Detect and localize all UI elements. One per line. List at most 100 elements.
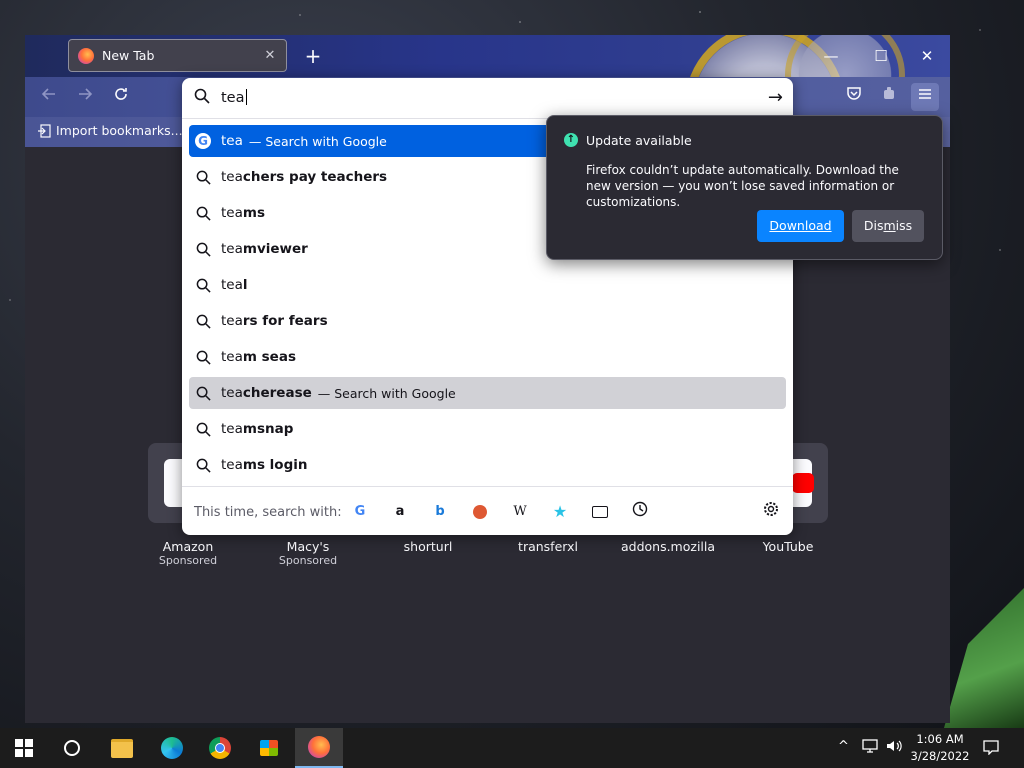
shortcut-sponsored-label: Sponsored — [278, 554, 338, 567]
history-clock-icon[interactable] — [629, 501, 651, 523]
pocket-icon — [847, 87, 861, 100]
suggestion-row[interactable]: tea m seas — [189, 341, 786, 373]
shortcut-label: addons.mozilla — [620, 539, 716, 554]
reload-button[interactable] — [107, 83, 135, 111]
search-button[interactable] — [48, 728, 96, 768]
taskbar: ^ 1:06 AM 3/28/2022 — [0, 728, 1024, 768]
network-icon[interactable] — [862, 739, 878, 757]
close-window-button[interactable]: ✕ — [904, 41, 950, 71]
reload-icon — [115, 88, 127, 100]
suggestion-row[interactable]: tea rs for fears — [189, 305, 786, 337]
chrome-icon — [209, 737, 231, 759]
edge-button[interactable] — [148, 728, 196, 768]
duckduckgo-icon[interactable] — [469, 501, 491, 523]
download-button[interactable]: Download — [757, 210, 844, 242]
google-icon[interactable]: G — [349, 501, 371, 523]
go-arrow-icon[interactable]: → — [768, 87, 783, 108]
search-icon — [195, 205, 211, 221]
suggestion-action-hint: — Search with Google — [248, 133, 387, 149]
suggestion-row[interactable]: tea ms login — [189, 449, 786, 481]
bookmarks-star-icon[interactable]: ★ — [549, 501, 571, 523]
forward-button[interactable] — [71, 83, 99, 111]
suggestion-completion-text: ms login — [242, 457, 308, 473]
import-bookmarks-label: Import bookmarks... — [56, 123, 183, 138]
suggestion-typed-text: tea — [221, 169, 243, 185]
chrome-button[interactable] — [196, 728, 244, 768]
import-bookmarks-button[interactable]: Import bookmarks... — [37, 123, 183, 138]
suggestion-typed-text: tea — [221, 277, 243, 293]
hamburger-menu-icon — [919, 89, 931, 99]
text-caret — [245, 89, 247, 105]
bing-icon[interactable]: b — [429, 501, 451, 523]
firefox-icon — [308, 736, 330, 758]
suggestion-completion-text: mviewer — [242, 241, 308, 257]
store-button[interactable] — [245, 728, 293, 768]
dismiss-button[interactable]: Dismiss — [852, 210, 924, 242]
suggestion-typed-text: tea — [221, 313, 243, 329]
search-icon — [195, 421, 211, 437]
search-icon — [195, 385, 211, 401]
suggestion-typed-text: tea — [221, 421, 243, 437]
forward-arrow-icon — [79, 88, 93, 100]
one-offs-label: This time, search with: — [194, 505, 342, 520]
start-button[interactable] — [0, 728, 48, 768]
suggestion-completion-text: ms — [242, 205, 265, 221]
suggestion-completion-text: msnap — [242, 421, 294, 437]
search-settings-gear-icon[interactable] — [760, 501, 782, 523]
maximize-button[interactable]: ☐ — [858, 41, 904, 71]
suggestion-typed-text: tea — [221, 241, 243, 257]
suggestion-completion-text: chers pay teachers — [242, 169, 388, 185]
search-icon — [195, 169, 211, 185]
extension-button[interactable] — [875, 83, 903, 111]
volume-icon[interactable] — [886, 739, 902, 757]
suggestion-typed-text: tea — [221, 205, 243, 221]
new-tab-button[interactable]: + — [301, 44, 325, 68]
show-hidden-icons-chevron-icon[interactable]: ^ — [838, 739, 849, 754]
urlbar-input-row: tea → — [182, 78, 793, 119]
search-icon — [195, 457, 211, 473]
suggestion-row[interactable]: tea cherease — Search with Google — [189, 377, 786, 409]
suggestion-typed-text: tea — [221, 133, 243, 149]
dismiss-label-end: iss — [895, 218, 913, 233]
update-available-popup: ↑ Update available Firefox couldn’t upda… — [546, 115, 943, 260]
shortcut-sponsored-label: Sponsored — [158, 554, 218, 567]
tabs-icon[interactable] — [589, 501, 611, 523]
search-icon — [194, 88, 210, 108]
wikipedia-icon[interactable]: W — [509, 501, 531, 523]
minimize-button[interactable]: — — [808, 41, 854, 71]
back-button[interactable] — [35, 83, 63, 111]
tab-new-tab[interactable]: New Tab ✕ — [68, 39, 287, 72]
file-explorer-button[interactable] — [98, 728, 146, 768]
update-arrow-icon: ↑ — [564, 133, 578, 147]
clock-date: 3/28/2022 — [910, 749, 970, 763]
suggestion-completion-text: rs for fears — [242, 313, 328, 329]
suggestion-completion-text: m seas — [242, 349, 296, 365]
dismiss-label-accesskey: m — [883, 218, 896, 233]
folder-icon — [111, 738, 133, 758]
shortcut-label: transferxl — [518, 539, 578, 554]
urlbar-input-value: tea — [221, 90, 245, 106]
suggestion-row[interactable]: tea msnap — [189, 413, 786, 445]
urlbar-input[interactable]: tea — [221, 89, 247, 106]
suggestion-action-hint: — Search with Google — [317, 385, 456, 401]
shortcut-label: Macy's — [286, 539, 330, 554]
app-menu-button[interactable] — [911, 83, 939, 111]
shortcut-label: shorturl — [403, 539, 453, 554]
amazon-icon[interactable]: a — [389, 501, 411, 523]
pocket-button[interactable] — [840, 83, 868, 111]
notifications-icon[interactable] — [983, 739, 999, 759]
popup-message: Firefox couldn’t update automatically. D… — [586, 163, 899, 209]
clock[interactable]: 1:06 AM 3/28/2022 — [905, 731, 975, 765]
store-bag-icon — [260, 740, 278, 756]
tab-title: New Tab — [102, 48, 155, 63]
cortana-circle-icon — [64, 740, 80, 756]
tab-close-icon[interactable]: ✕ — [262, 48, 278, 63]
suggestion-row[interactable]: tea l — [189, 269, 786, 301]
edge-icon — [161, 737, 183, 759]
popup-title: Update available — [586, 133, 692, 148]
suggestion-typed-text: tea — [221, 457, 243, 473]
search-icon — [195, 349, 211, 365]
back-arrow-icon — [41, 88, 55, 100]
shortcut-label: Amazon — [162, 539, 214, 554]
firefox-taskbar-button[interactable] — [295, 728, 343, 768]
